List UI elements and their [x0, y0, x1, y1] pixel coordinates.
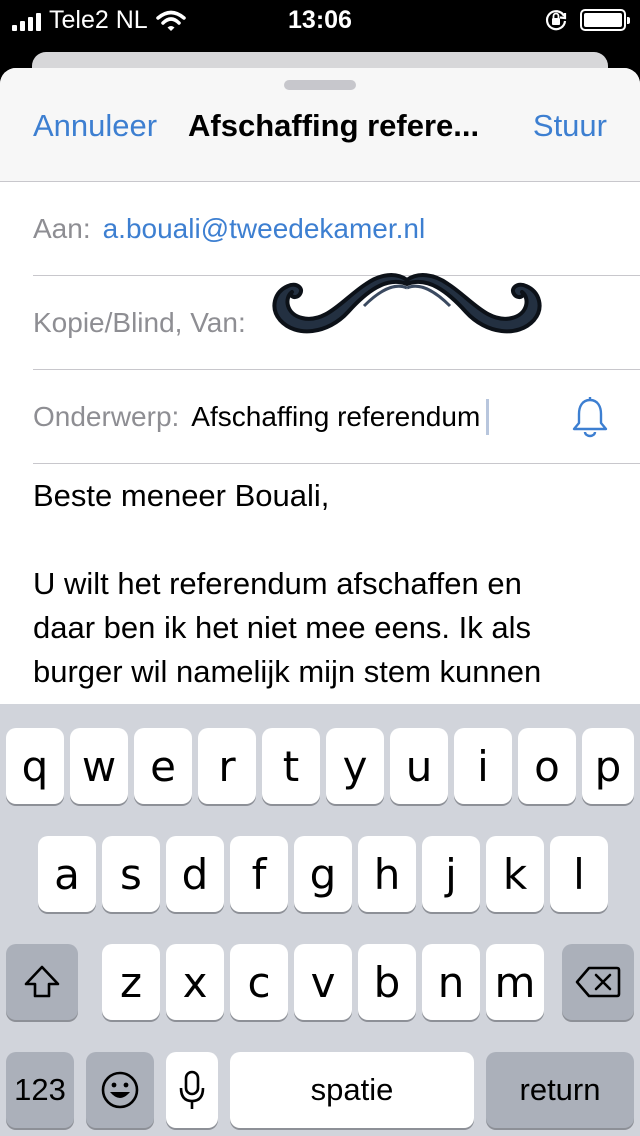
key-m[interactable]: m [486, 944, 544, 1020]
key-i[interactable]: i [454, 728, 512, 804]
key-v[interactable]: v [294, 944, 352, 1020]
subject-field[interactable]: Onderwerp: Afschaffing referendum [33, 370, 640, 464]
send-button[interactable]: Stuur [533, 108, 607, 144]
dictation-key[interactable] [166, 1052, 218, 1128]
shift-key[interactable] [6, 944, 78, 1020]
key-x[interactable]: x [166, 944, 224, 1020]
space-key[interactable]: spatie [230, 1052, 474, 1128]
orientation-lock-icon [545, 10, 567, 31]
keyboard: q w e r t y u i o p a s d f g h j k l z … [0, 704, 640, 1136]
key-z[interactable]: z [102, 944, 160, 1020]
key-q[interactable]: q [6, 728, 64, 804]
key-t[interactable]: t [262, 728, 320, 804]
key-n[interactable]: n [422, 944, 480, 1020]
shift-icon [24, 965, 60, 998]
body-line: burger wil namelijk mijn stem kunnen [33, 654, 542, 689]
key-l[interactable]: l [550, 836, 608, 912]
key-a[interactable]: a [38, 836, 96, 912]
key-k[interactable]: k [486, 836, 544, 912]
backspace-key[interactable] [562, 944, 634, 1020]
key-g[interactable]: g [294, 836, 352, 912]
body-line: U wilt het referendum afschaffen en [33, 566, 522, 601]
body-line: Beste meneer Bouali, [33, 478, 330, 513]
key-h[interactable]: h [358, 836, 416, 912]
key-s[interactable]: s [102, 836, 160, 912]
status-right [544, 8, 630, 32]
body-line-blank [33, 518, 613, 562]
numbers-key[interactable]: 123 [6, 1052, 74, 1128]
key-r[interactable]: r [198, 728, 256, 804]
key-j[interactable]: j [422, 836, 480, 912]
sheet-grabber[interactable] [284, 80, 356, 90]
backspace-icon [575, 966, 621, 998]
recipient-token[interactable]: a.bouali@tweedekamer.nl [103, 213, 426, 245]
return-key[interactable]: return [486, 1052, 634, 1128]
battery-icon [580, 9, 630, 31]
key-u[interactable]: u [390, 728, 448, 804]
key-e[interactable]: e [134, 728, 192, 804]
key-p[interactable]: p [582, 728, 634, 804]
subject-input[interactable]: Afschaffing referendum [191, 401, 480, 433]
subject-label: Onderwerp: [33, 400, 180, 432]
cc-label: Kopie/Blind, Van: [33, 306, 246, 338]
key-o[interactable]: o [518, 728, 576, 804]
microphone-icon [179, 1070, 205, 1109]
message-body[interactable]: Beste meneer Bouali, U wilt het referend… [33, 474, 613, 694]
key-c[interactable]: c [230, 944, 288, 1020]
emoji-icon [101, 1071, 139, 1109]
mustache-redaction-icon [272, 273, 542, 334]
text-cursor [486, 398, 490, 435]
bell-icon[interactable] [570, 396, 610, 438]
key-b[interactable]: b [358, 944, 416, 1020]
compose-header: Annuleer Afschaffing refere... Stuur [0, 68, 640, 182]
key-f[interactable]: f [230, 836, 288, 912]
key-w[interactable]: w [70, 728, 128, 804]
status-bar: Tele2 NL 13:06 [0, 0, 640, 40]
key-y[interactable]: y [326, 728, 384, 804]
body-line: daar ben ik het niet mee eens. Ik als [33, 610, 532, 645]
compose-title: Afschaffing refere... [188, 108, 480, 143]
to-label: Aan: [33, 212, 91, 244]
emoji-key[interactable] [86, 1052, 154, 1128]
cancel-button[interactable]: Annuleer [33, 108, 157, 144]
key-d[interactable]: d [166, 836, 224, 912]
